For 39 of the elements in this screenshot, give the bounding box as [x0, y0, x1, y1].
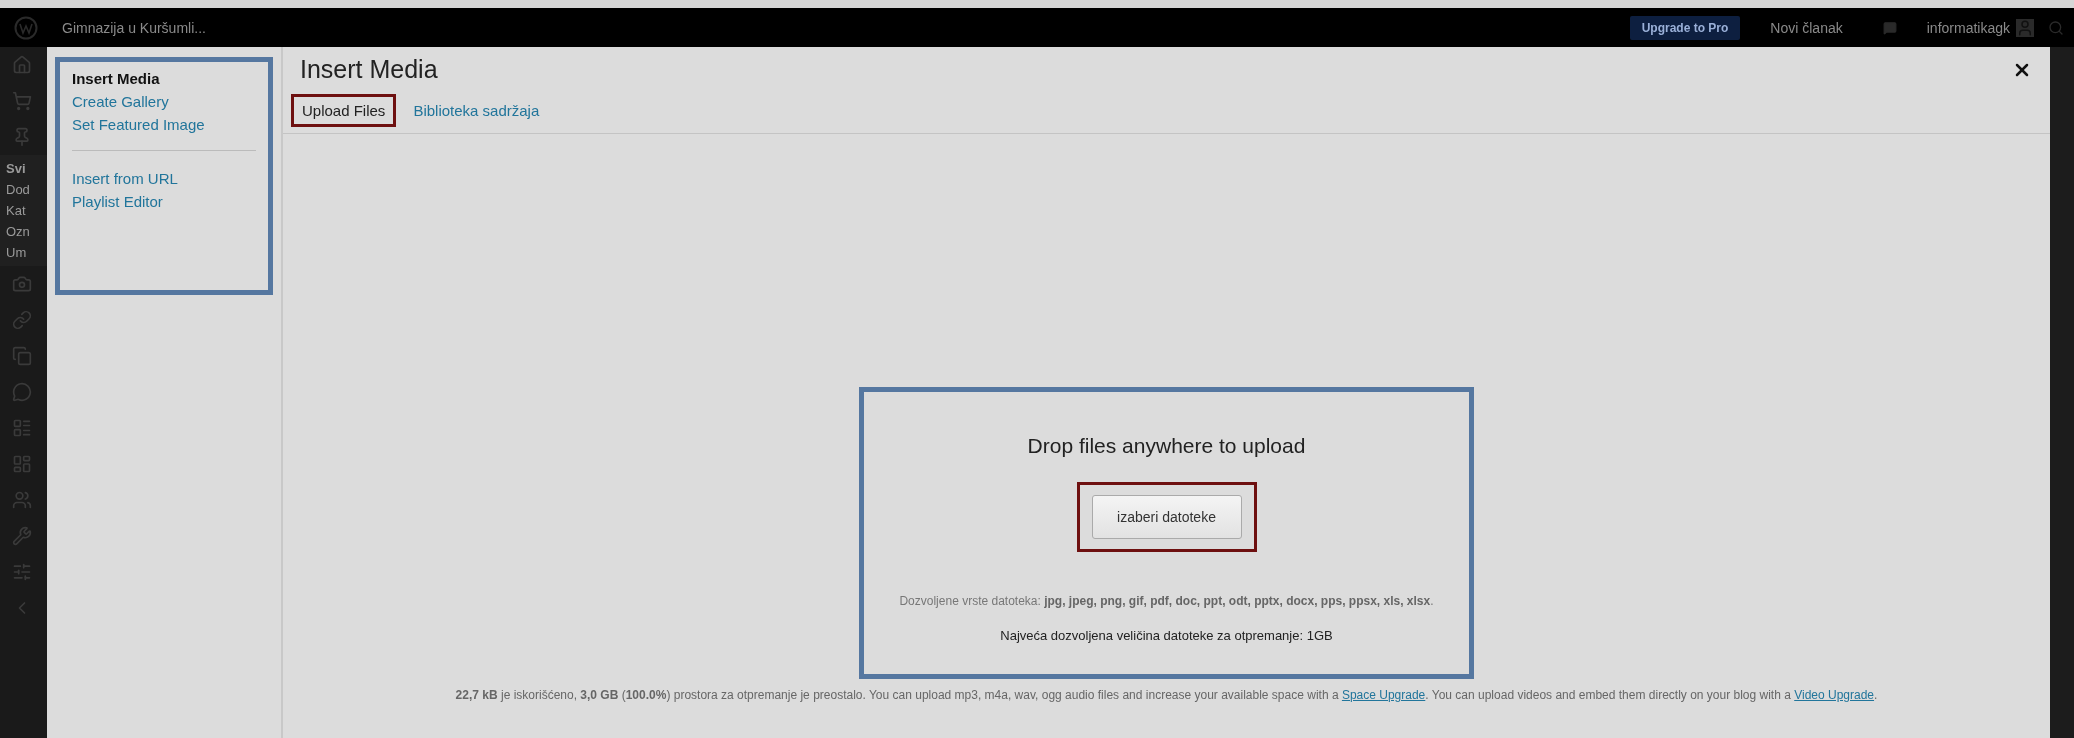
logo-icon[interactable] [14, 15, 38, 40]
layout-icon[interactable] [12, 454, 32, 474]
submenu-item[interactable]: Kat [6, 203, 47, 218]
search-icon[interactable] [2048, 19, 2064, 36]
pin-icon[interactable] [12, 127, 32, 147]
upgrade-button[interactable]: Upgrade to Pro [1629, 15, 1741, 40]
pages-icon[interactable] [12, 346, 32, 366]
storage-info-text: 22,7 kB je iskorišćeno, 3,0 GB (100.0%) prostora za otpremanje je preostalo. You can upload mp3, m4a, wav, ogg audio files and increase your available space with a Space Upgrade. You can upload videos and embed them directly on your blog with a Video Upgrade. [455, 687, 1878, 704]
modal-title: Insert Media [300, 55, 438, 84]
tab[interactable]: Upload Files [291, 94, 397, 127]
sidebar-item[interactable]: Insert from URL [72, 167, 256, 190]
users-icon[interactable] [12, 490, 32, 510]
submenu-item[interactable]: Ozn [6, 224, 47, 239]
upgrade-link[interactable]: Video Upgrade [1794, 688, 1875, 702]
submenu-item[interactable]: Dod [6, 182, 47, 197]
list-icon[interactable] [12, 418, 32, 438]
select-files-button[interactable]: izaberi datoteke [1091, 495, 1242, 539]
user-name[interactable]: informatikagk [1926, 19, 2010, 36]
sidebar-item[interactable]: Set Featured Image [72, 113, 256, 136]
sidebar-item[interactable]: Insert Media [72, 67, 256, 90]
comment-icon[interactable] [1882, 20, 1897, 35]
submenu-item[interactable]: Um [6, 245, 47, 260]
comment-icon[interactable] [12, 382, 32, 402]
new-post-link[interactable]: Novi članak [1770, 19, 1843, 36]
home-icon[interactable] [12, 55, 32, 75]
link-icon[interactable] [12, 310, 32, 330]
sidebar-item[interactable]: Create Gallery [72, 90, 256, 113]
tab[interactable]: Biblioteka sadržaja [402, 94, 551, 127]
sliders-icon[interactable] [12, 562, 32, 582]
submenu-item[interactable]: Svi [6, 161, 47, 176]
camera-icon[interactable] [12, 274, 32, 294]
sidebar-item[interactable]: Playlist Editor [72, 190, 256, 213]
drop-heading: Drop files anywhere to upload [1027, 434, 1306, 458]
avatar-icon [2016, 18, 2034, 37]
site-name[interactable]: Gimnazija u Kuršumli... [62, 19, 206, 36]
cart-icon[interactable] [12, 91, 32, 111]
max-size-text: Najveća dozvoljena veličina datoteke za otpremanje: 1GB [1000, 628, 1333, 643]
tools-icon[interactable] [12, 526, 32, 546]
allowed-types-text: Dozvoljene vrste datoteka: jpg, jpeg, png, gif, pdf, doc, ppt, odt, pptx, docx, pps, ppsx, xls, xlsx. [899, 594, 1434, 608]
